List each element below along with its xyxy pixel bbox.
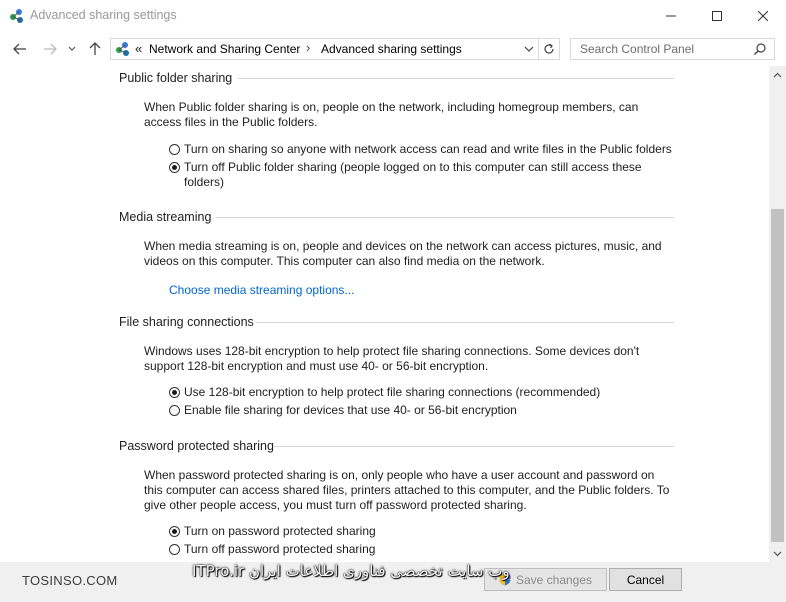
password-sharing-description: When password protected sharing is on, o… xyxy=(144,468,670,513)
maximize-button[interactable] xyxy=(694,0,740,32)
title-bar[interactable]: Advanced sharing settings xyxy=(0,0,786,32)
back-button[interactable] xyxy=(8,38,32,60)
radio-label: Turn on password protected sharing xyxy=(184,524,376,538)
search-input[interactable] xyxy=(571,39,760,59)
section-divider xyxy=(274,446,674,447)
chevron-down-icon xyxy=(773,551,782,556)
network-sharing-icon xyxy=(116,42,129,56)
radio-label: Enable file sharing for devices that use… xyxy=(184,403,517,417)
refresh-icon xyxy=(544,43,554,54)
cancel-button[interactable]: Cancel xyxy=(609,568,682,591)
forward-button[interactable] xyxy=(38,38,62,60)
radio-public-folder-on[interactable]: Turn on sharing so anyone with network a… xyxy=(169,142,689,157)
section-header-file-sharing-connections[interactable]: File sharing connections xyxy=(119,315,254,329)
maximize-icon xyxy=(712,11,722,21)
refresh-button[interactable] xyxy=(539,38,560,60)
radio-40-56-bit-encryption[interactable]: Enable file sharing for devices that use… xyxy=(169,403,669,418)
section-divider xyxy=(256,322,674,323)
save-changes-label: Save changes xyxy=(515,572,593,587)
up-button[interactable] xyxy=(84,38,106,60)
vertical-scrollbar[interactable] xyxy=(769,66,786,562)
radio-public-folder-off[interactable]: Turn off Public folder sharing (people l… xyxy=(169,160,664,190)
radio-button[interactable] xyxy=(169,544,180,555)
media-streaming-description: When media streaming is on, people and d… xyxy=(144,239,662,269)
settings-content: Public folder sharing When Public folder… xyxy=(0,66,769,562)
breadcrumb-overflow[interactable]: « xyxy=(135,41,142,56)
section-divider xyxy=(216,217,674,218)
arrow-left-icon xyxy=(13,43,26,55)
breadcrumb-separator[interactable]: › xyxy=(306,40,310,55)
search-icon[interactable] xyxy=(753,42,767,56)
scroll-up-button[interactable] xyxy=(769,66,786,83)
address-dropdown-button[interactable] xyxy=(522,42,536,56)
close-button[interactable] xyxy=(740,0,786,32)
section-header-password-protected-sharing[interactable]: Password protected sharing xyxy=(119,439,274,453)
address-bar[interactable]: « Network and Sharing Center › Advanced … xyxy=(110,38,539,60)
radio-label: Turn off password protected sharing xyxy=(184,542,376,556)
recent-locations-button[interactable] xyxy=(64,38,80,60)
radio-button-selected[interactable] xyxy=(169,162,180,173)
radio-128-bit-encryption[interactable]: Use 128-bit encryption to help protect f… xyxy=(169,385,669,400)
radio-password-sharing-off[interactable]: Turn off password protected sharing xyxy=(169,542,569,557)
scroll-thumb[interactable] xyxy=(771,209,784,542)
chevron-up-icon xyxy=(773,72,782,77)
search-box[interactable] xyxy=(570,38,775,60)
network-sharing-icon xyxy=(10,9,23,23)
section-header-public-folder-sharing[interactable]: Public folder sharing xyxy=(119,71,232,85)
minimize-button[interactable] xyxy=(648,0,694,32)
radio-button-selected[interactable] xyxy=(169,526,180,537)
breadcrumb-network-and-sharing-center[interactable]: Network and Sharing Center xyxy=(149,42,300,56)
radio-label: Use 128-bit encryption to help protect f… xyxy=(184,385,601,399)
arrow-right-icon xyxy=(44,43,57,55)
close-icon xyxy=(758,11,768,21)
radio-password-sharing-on[interactable]: Turn on password protected sharing xyxy=(169,524,569,539)
choose-media-streaming-options-link[interactable]: Choose media streaming options... xyxy=(169,283,354,297)
public-folder-description: When Public folder sharing is on, people… xyxy=(144,100,639,130)
breadcrumb-advanced-sharing-settings[interactable]: Advanced sharing settings xyxy=(321,42,462,56)
radio-button[interactable] xyxy=(169,144,180,155)
radio-label: Turn on sharing so anyone with network a… xyxy=(184,142,672,156)
section-header-media-streaming[interactable]: Media streaming xyxy=(119,210,211,224)
arrow-up-icon xyxy=(89,42,101,55)
radio-button-selected[interactable] xyxy=(169,387,180,398)
chevron-down-icon xyxy=(68,46,76,51)
radio-label: Turn off Public folder sharing (people l… xyxy=(184,160,642,190)
section-divider xyxy=(238,78,674,79)
scroll-down-button[interactable] xyxy=(769,545,786,562)
file-sharing-description: Windows uses 128-bit encryption to help … xyxy=(144,344,640,374)
minimize-icon xyxy=(666,15,676,17)
radio-button[interactable] xyxy=(169,405,180,416)
watermark-tosinso: TOSINSO.COM xyxy=(22,573,118,588)
watermark-itpro: ITPro.ir وب سایت تخصصی فناوری اطلاعات ای… xyxy=(192,562,510,580)
window-title: Advanced sharing settings xyxy=(30,8,177,22)
chevron-down-icon xyxy=(524,46,534,52)
footer-bar: TOSINSO.COM Save changes Cancel ITPro.ir… xyxy=(0,562,786,602)
